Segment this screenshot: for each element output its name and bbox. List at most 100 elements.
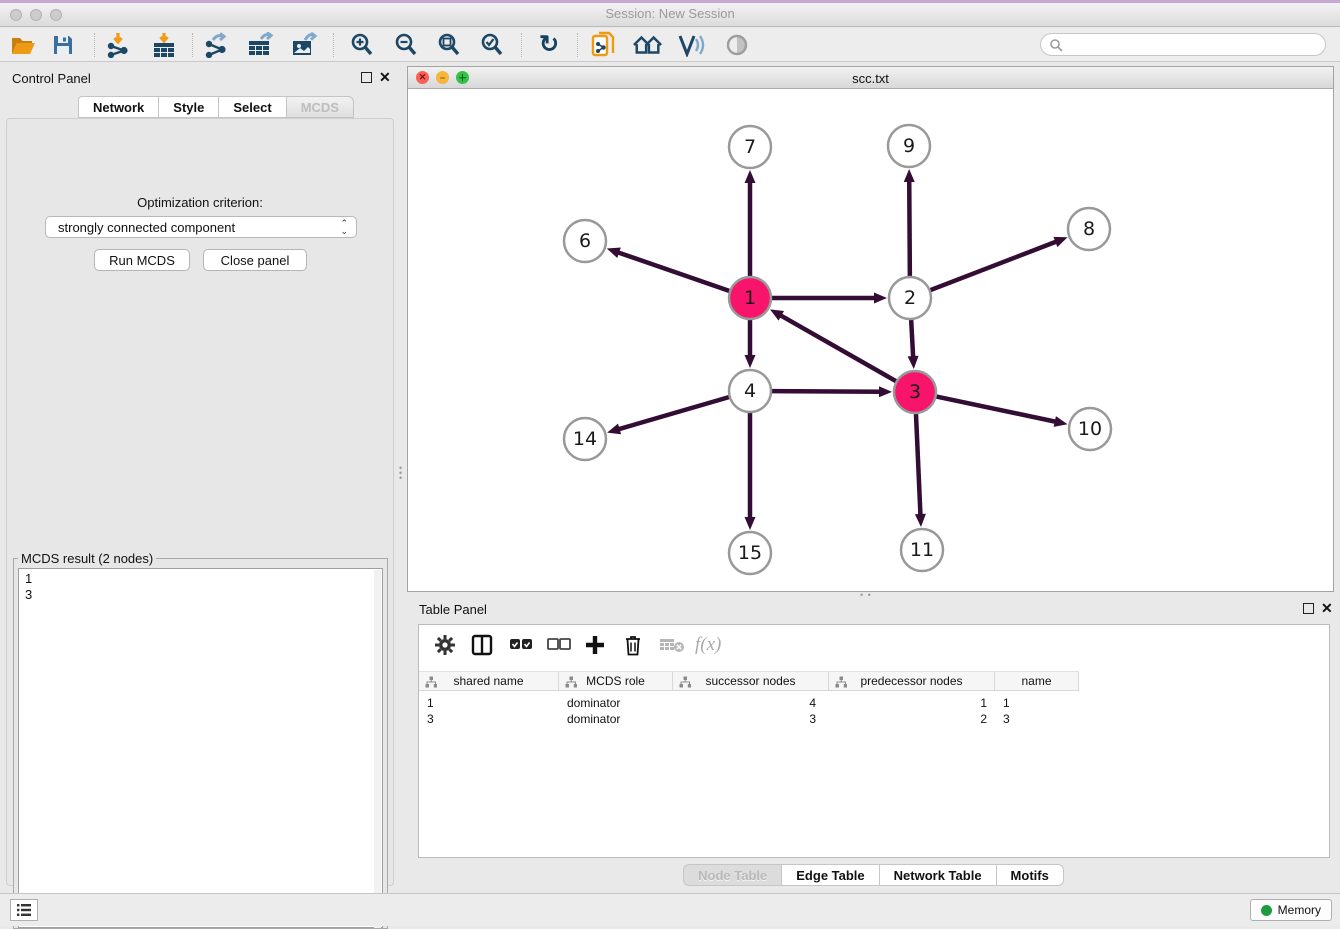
table-row[interactable]: 1dominator411 (419, 695, 1079, 711)
table-row[interactable]: 3dominator323 (419, 711, 1079, 727)
cell-successor-nodes[interactable]: 3 (673, 711, 829, 727)
column-header-successor-nodes[interactable]: successor nodes (673, 671, 829, 691)
hierarchy-icon (835, 676, 847, 688)
table-header-row: shared nameMCDS rolesuccessor nodesprede… (419, 671, 1079, 691)
show-hide-icon[interactable] (722, 31, 752, 59)
arrowhead-3-10 (1054, 416, 1068, 427)
tab-edge-table[interactable]: Edge Table (781, 864, 878, 886)
window-title: Session: New Session (0, 6, 1340, 21)
edge-2-9[interactable] (909, 178, 910, 276)
tab-network-table[interactable]: Network Table (879, 864, 996, 886)
list-icon (16, 903, 32, 917)
cell-MCDS-role[interactable]: dominator (559, 695, 673, 711)
toolbar-separator (94, 33, 95, 57)
edge-3-1[interactable] (778, 314, 896, 381)
result-scrollbar[interactable] (374, 570, 381, 928)
criterion-value: strongly connected component (58, 220, 235, 235)
node-label-8: 8 (1083, 218, 1095, 240)
gear-icon[interactable] (434, 633, 456, 657)
hierarchy-icon (425, 676, 437, 688)
tab-select[interactable]: Select (218, 96, 285, 118)
vertical-splitter-handle[interactable]: ••• (399, 466, 405, 482)
column-header-predecessor-nodes[interactable]: predecessor nodes (829, 671, 995, 691)
float-panel-icon[interactable] (361, 72, 372, 83)
edge-3-10[interactable] (937, 397, 1059, 423)
tab-network[interactable]: Network (78, 96, 158, 118)
home-browser-icon[interactable] (633, 31, 663, 59)
export-network-icon[interactable] (202, 31, 232, 59)
edge-3-11[interactable] (916, 414, 921, 518)
arrowhead-4-15 (745, 517, 756, 530)
close-table-panel-icon[interactable]: ✕ (1321, 600, 1333, 617)
main-titlebar: Session: New Session (0, 0, 1340, 27)
task-history-button[interactable] (10, 899, 38, 921)
run-mcds-button[interactable]: Run MCDS (94, 249, 190, 271)
cell-MCDS-role[interactable]: dominator (559, 711, 673, 727)
open-session-icon[interactable] (8, 31, 38, 59)
tab-motifs[interactable]: Motifs (996, 864, 1064, 886)
control-panel: Control Panel ✕ NetworkStyleSelectMCDS O… (0, 62, 400, 893)
cell-predecessor-nodes[interactable]: 2 (829, 711, 995, 727)
zoom-out-icon[interactable] (391, 31, 421, 59)
titlebar-accent-strip (0, 0, 1340, 3)
tab-node-table[interactable]: Node Table (683, 864, 781, 886)
column-header-shared-name[interactable]: shared name (419, 671, 559, 691)
float-table-panel-icon[interactable] (1303, 603, 1314, 614)
edge-2-3[interactable] (911, 320, 913, 360)
criterion-dropdown[interactable]: strongly connected component ⌃⌄ (45, 216, 357, 238)
control-panel-title: Control Panel (12, 71, 91, 86)
network-canvas[interactable]: 7968124314101511 (408, 89, 1333, 591)
open-network-file-icon[interactable] (589, 31, 619, 59)
cell-shared-name[interactable]: 1 (419, 695, 559, 711)
tab-mcds[interactable]: MCDS (286, 96, 354, 118)
toolbar-separator (521, 33, 522, 57)
refresh-icon[interactable]: ↻ (534, 31, 564, 59)
function-builder-icon[interactable]: f(x) (695, 633, 721, 657)
save-session-icon[interactable] (48, 31, 78, 59)
node-label-3: 3 (909, 381, 921, 403)
column-chooser-icon[interactable] (471, 633, 493, 657)
column-header-name[interactable]: name (995, 671, 1079, 691)
node-label-9: 9 (903, 135, 915, 157)
cell-name[interactable]: 3 (995, 711, 1079, 727)
select-all-icon[interactable] (509, 633, 533, 657)
arrowhead-4-3 (879, 386, 892, 397)
edge-4-3[interactable] (772, 391, 883, 392)
memory-label: Memory (1278, 903, 1321, 917)
close-panel-icon[interactable]: ✕ (379, 69, 391, 86)
search-input[interactable] (1040, 33, 1326, 56)
edge-2-8[interactable] (931, 241, 1060, 291)
import-table-icon[interactable] (149, 31, 179, 59)
arrowhead-1-4 (745, 355, 756, 368)
zoom-fit-icon[interactable] (434, 31, 464, 59)
cell-name[interactable]: 1 (995, 695, 1079, 711)
node-label-15: 15 (738, 542, 762, 564)
add-row-icon[interactable] (584, 633, 606, 657)
trash-icon[interactable] (623, 633, 643, 657)
delete-table-icon[interactable] (659, 633, 685, 657)
export-image-icon[interactable] (290, 31, 320, 59)
arrowhead-2-3 (908, 356, 919, 369)
mcds-result-textarea[interactable]: 1 3 (18, 568, 383, 928)
cell-predecessor-nodes[interactable]: 1 (829, 695, 995, 711)
cell-shared-name[interactable]: 3 (419, 711, 559, 727)
deselect-all-icon[interactable] (547, 633, 571, 657)
network-window-titlebar: ✕ − ＋ scc.txt (408, 67, 1333, 89)
zoom-selected-icon[interactable] (477, 31, 507, 59)
close-panel-button[interactable]: Close panel (203, 249, 307, 271)
memory-button[interactable]: Memory (1250, 899, 1332, 921)
import-network-icon[interactable] (104, 31, 134, 59)
arrowhead-1-2 (874, 293, 887, 304)
edge-1-6[interactable] (615, 251, 729, 290)
node-label-4: 4 (744, 380, 756, 402)
network-view-window: ✕ − ＋ scc.txt 7968124314101511 (407, 66, 1334, 592)
export-table-icon[interactable] (246, 31, 276, 59)
cell-successor-nodes[interactable]: 4 (673, 695, 829, 711)
edge-4-14[interactable] (616, 397, 729, 430)
network-graph[interactable]: 7968124314101511 (408, 89, 1333, 591)
mcds-result-groupbox: MCDS result (2 nodes) 1 3 (13, 551, 388, 929)
zoom-in-icon[interactable] (347, 31, 377, 59)
vizmapper-icon[interactable] (677, 31, 707, 59)
column-header-MCDS-role[interactable]: MCDS role (559, 671, 673, 691)
tab-style[interactable]: Style (158, 96, 218, 118)
